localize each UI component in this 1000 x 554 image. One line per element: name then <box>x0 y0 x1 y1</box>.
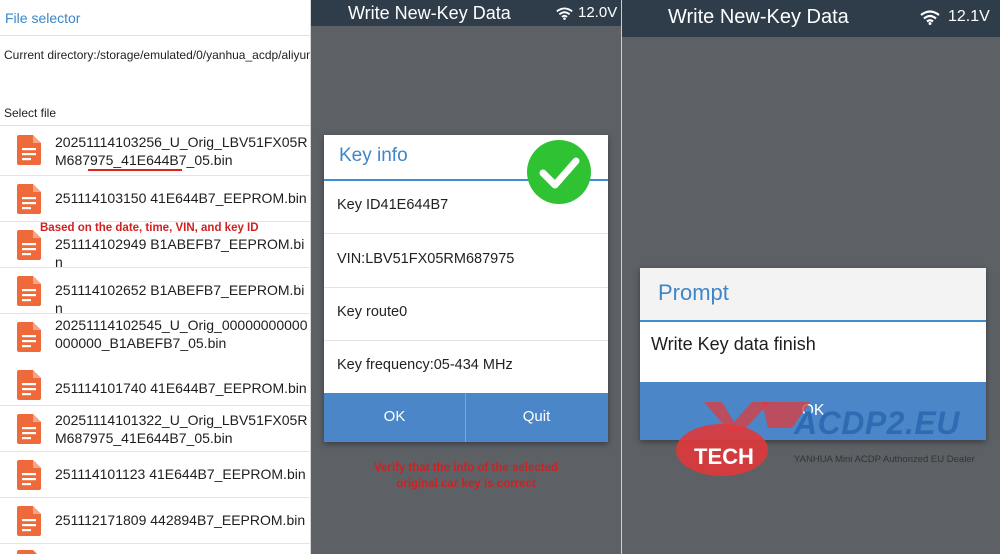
file-item[interactable]: 20251114101322_U_Orig_LBV51FX05RM687975_… <box>0 406 310 452</box>
file-name: 251114103150 41E644B7_EEPROM.bin <box>55 190 307 206</box>
screen-title: Write New-Key Data <box>348 3 511 23</box>
vin-row: VIN:LBV51FX05RM687975 <box>324 234 608 288</box>
file-item[interactable]: 251114103150 41E644B7_EEPROM.bin <box>0 176 310 222</box>
file-item[interactable]: 20251114103256_U_Orig_LBV51FX05RM687975_… <box>0 126 310 176</box>
current-directory-label: Current directory: <box>4 48 97 62</box>
file-item[interactable] <box>0 544 310 554</box>
file-name: 251114101123 41E644B7_EEPROM.bin <box>55 466 306 482</box>
file-item[interactable]: 20251114102545_U_Orig_00000000000000000_… <box>0 314 310 360</box>
screen-title: Write New-Key Data <box>668 6 849 28</box>
file-list: 20251114103256_U_Orig_LBV51FX05RM687975_… <box>0 126 310 554</box>
yh-tech-logo: TECH <box>676 402 810 476</box>
key-info-panel: Write New-Key Data 12.0V Key info Key ID… <box>311 0 622 554</box>
current-directory: Current directory:/storage/emulated/0/ya… <box>4 48 311 63</box>
file-name: 251114101740 41E644B7_EEPROM.bin <box>55 380 307 396</box>
select-file-label: Select file <box>4 106 57 120</box>
file-item[interactable]: 251114101123 41E644B7_EEPROM.bin <box>0 452 310 498</box>
file-selector-title: File selector <box>5 10 81 26</box>
file-name: 20251114102545_U_Orig_00000000000000000_… <box>55 317 308 351</box>
ok-button[interactable]: OK <box>324 393 466 442</box>
checkmark-icon <box>527 140 591 204</box>
key-route-text: Key route0 <box>337 304 408 320</box>
dialog-title: Prompt <box>658 280 729 305</box>
file-item[interactable]: 251112171809 442894B7_EEPROM.bin <box>0 498 310 544</box>
document-icon <box>17 135 41 165</box>
key-route-row: Key route0 <box>324 287 608 341</box>
document-icon <box>17 230 41 260</box>
document-icon <box>17 370 41 400</box>
wifi-icon <box>920 10 940 25</box>
file-selector-panel: File selector Current directory:/storage… <box>0 0 311 554</box>
document-icon <box>17 506 41 536</box>
file-name: 251114102949 B1ABEFB7_EEPROM.bin <box>55 236 305 270</box>
file-item[interactable]: 251114102652 B1ABEFB7_EEPROM.bin <box>0 268 310 316</box>
title-bar: Write New-Key Data 12.1V <box>622 0 1000 37</box>
file-name: 20251114103256_U_Orig_LBV51FX05RM687975_… <box>55 134 308 168</box>
file-name: 251112171809 442894B7_EEPROM.bin <box>55 512 306 528</box>
key-id-text: Key ID41E644B7 <box>337 197 449 213</box>
svg-text:TECH: TECH <box>694 444 754 469</box>
voltage-readout: 12.0V <box>578 4 618 21</box>
prompt-panel: Write New-Key Data 12.1V Prompt Write Ke… <box>622 0 1000 554</box>
document-icon <box>17 414 41 444</box>
acdp-brand-text: ACDP2.EU <box>794 405 960 441</box>
wifi-icon <box>556 7 573 20</box>
file-item[interactable]: 251114101740 41E644B7_EEPROM.bin <box>0 360 310 406</box>
document-icon <box>17 184 41 214</box>
vin-text: VIN:LBV51FX05RM687975 <box>337 251 515 267</box>
dialog-header: Prompt <box>640 268 986 322</box>
annotation-text: Verify that the info of the selected ori… <box>373 462 559 490</box>
file-name: 20251114101322_U_Orig_LBV51FX05RM687975_… <box>55 412 308 446</box>
title-bar: Write New-Key Data 12.0V <box>311 0 621 26</box>
file-name: 251114102652 B1ABEFB7_EEPROM.bin <box>55 282 305 316</box>
document-icon <box>17 550 37 554</box>
document-icon <box>17 276 41 306</box>
quit-button[interactable]: Quit <box>466 393 607 442</box>
prompt-message: Write Key data finish <box>651 334 816 354</box>
key-frequency-text: Key frequency:05-434 MHz <box>337 357 513 373</box>
annotation-note: Verify that the info of the selected ori… <box>311 460 621 492</box>
document-icon <box>17 460 41 490</box>
annotation-note: Based on the date, time, VIN, and key ID <box>40 222 259 234</box>
dialog-title: Key info <box>339 145 408 166</box>
voltage-readout: 12.1V <box>948 8 990 25</box>
dealer-tagline: YANHUA Mini ACDP Authorized EU Dealer <box>794 454 975 465</box>
divider <box>0 35 310 36</box>
highlight-underline <box>88 169 182 171</box>
dialog-buttons: OK Quit <box>324 393 608 442</box>
key-frequency-row: Key frequency:05-434 MHz <box>324 340 608 393</box>
current-directory-path: /storage/emulated/0/yanhua_acdp/aliyun/A… <box>96 48 311 62</box>
document-icon <box>17 322 41 352</box>
